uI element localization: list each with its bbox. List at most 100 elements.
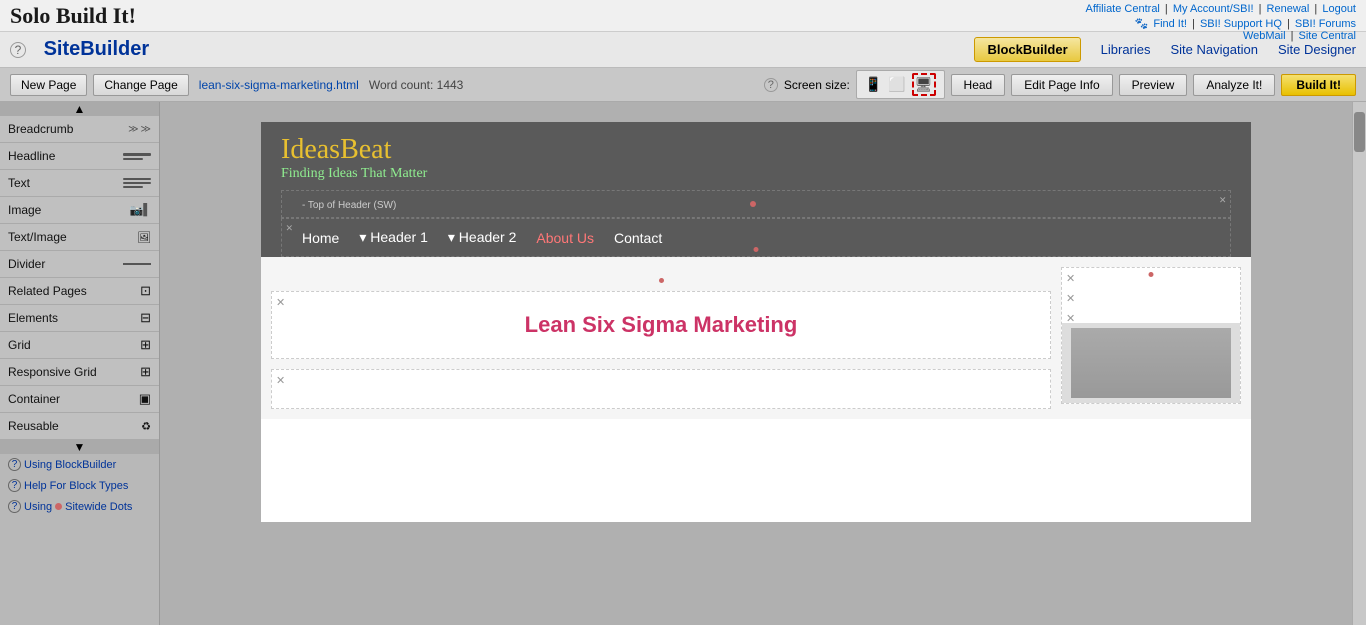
screen-size-help-icon[interactable]: ? bbox=[764, 78, 778, 92]
sbi-forums-link[interactable]: SBI! Forums bbox=[1295, 18, 1356, 30]
sidebar-item-text[interactable]: Text bbox=[0, 170, 159, 197]
sidebar-x2[interactable]: ✕ bbox=[1066, 292, 1075, 305]
sidebar-scroll-up[interactable]: ▲ bbox=[0, 102, 159, 116]
top-right-links: Zeerik Ahmad's ideasbeat.com Affiliate C… bbox=[1085, 0, 1356, 42]
main-content: ✕ Lean Six Sigma Marketing ✕ bbox=[271, 267, 1051, 409]
text-label: Text bbox=[8, 176, 30, 190]
next-block-x[interactable]: ✕ bbox=[276, 374, 285, 387]
nav-about[interactable]: About Us bbox=[536, 230, 594, 246]
site-header: IdeasBeat Finding Ideas That Matter - To… bbox=[261, 122, 1251, 257]
username: Zeerik Ahmad's ideasbeat.com bbox=[1085, 0, 1356, 1]
top-bar: Solo Build It! Zeerik Ahmad's ideasbeat.… bbox=[0, 0, 1366, 32]
relatedpages-icon bbox=[119, 283, 151, 299]
headline-block-x[interactable]: ✕ bbox=[276, 296, 285, 309]
find-it-link[interactable]: Find It! bbox=[1153, 18, 1187, 30]
container-icon bbox=[119, 391, 151, 407]
sidebar-item-responsive-grid[interactable]: Responsive Grid bbox=[0, 359, 159, 386]
sitebuilder-title: SiteBuilder bbox=[34, 38, 149, 61]
mobile-icon[interactable]: 📱 bbox=[865, 76, 882, 93]
page-canvas: IdeasBeat Finding Ideas That Matter - To… bbox=[261, 122, 1251, 522]
header-sw-close[interactable]: ✕ bbox=[1219, 193, 1226, 206]
dot-icon bbox=[55, 503, 62, 510]
right-scrollbar[interactable] bbox=[1352, 102, 1366, 625]
headline-block[interactable]: ✕ Lean Six Sigma Marketing bbox=[271, 291, 1051, 359]
sitebuilder-question-icon[interactable]: ? bbox=[10, 42, 26, 58]
build-it-button[interactable]: Build It! bbox=[1281, 74, 1356, 96]
sidebar-item-headline[interactable]: Headline bbox=[0, 143, 159, 170]
site-logo: IdeasBeat bbox=[281, 134, 1231, 166]
sidebar-item-reusable[interactable]: Reusable bbox=[0, 413, 159, 440]
sidebar-x3[interactable]: ✕ bbox=[1066, 312, 1075, 325]
grid-label: Grid bbox=[8, 338, 31, 352]
affiliate-central-link[interactable]: Affiliate Central bbox=[1085, 3, 1159, 15]
nav-home[interactable]: Home bbox=[302, 230, 339, 246]
sidebar-dot1 bbox=[1149, 272, 1154, 277]
edit-page-info-button[interactable]: Edit Page Info bbox=[1011, 74, 1112, 96]
new-page-button[interactable]: New Page bbox=[10, 74, 87, 96]
scrollbar-thumb[interactable] bbox=[1354, 112, 1365, 152]
divider-label: Divider bbox=[8, 257, 45, 271]
nav-header1[interactable]: ▾ Header 1 bbox=[359, 229, 428, 246]
nav-header2[interactable]: ▾ Header 2 bbox=[448, 229, 517, 246]
tablet-icon[interactable]: ⬜ bbox=[888, 76, 905, 93]
nav-contact[interactable]: Contact bbox=[614, 230, 662, 246]
textimage-label: Text/Image bbox=[8, 230, 67, 244]
responsive-grid-label: Responsive Grid bbox=[8, 365, 97, 379]
help-blockbuilder[interactable]: ? Using BlockBuilder bbox=[0, 454, 159, 475]
toolbar: New Page Change Page lean-six-sigma-mark… bbox=[0, 68, 1366, 102]
sidebar-item-image[interactable]: Image ▌ bbox=[0, 197, 159, 224]
nav-dot bbox=[754, 247, 759, 252]
renewal-link[interactable]: Renewal bbox=[1267, 3, 1310, 15]
header-sw-block[interactable]: - Top of Header (SW) ✕ bbox=[281, 190, 1231, 218]
sidebar-scroll-down[interactable]: ▼ bbox=[0, 440, 159, 454]
site-navigation-link[interactable]: Site Navigation bbox=[1171, 42, 1258, 57]
site-tagline: Finding Ideas That Matter bbox=[281, 166, 1231, 182]
content-dot bbox=[659, 278, 664, 283]
sidebar-item-breadcrumb[interactable]: Breadcrumb ≫ ≫ bbox=[0, 116, 159, 143]
logout-link[interactable]: Logout bbox=[1322, 3, 1356, 15]
responsivegrid-icon bbox=[119, 364, 151, 380]
my-account-link[interactable]: My Account/SBI! bbox=[1173, 3, 1254, 15]
sidebar: ▲ Breadcrumb ≫ ≫ Headline Text bbox=[0, 102, 160, 625]
head-button[interactable]: Head bbox=[951, 74, 1006, 96]
reusable-label: Reusable bbox=[8, 419, 59, 433]
sidebar-item-divider[interactable]: Divider bbox=[0, 251, 159, 278]
logo: Solo Build It! bbox=[10, 3, 136, 29]
main-nav-right: BlockBuilder Libraries Site Navigation S… bbox=[974, 37, 1356, 62]
screen-size-label: Screen size: bbox=[784, 78, 850, 92]
page-sidebar-content: ✕ ✕ ✕ bbox=[1061, 267, 1241, 409]
blockbuilder-button[interactable]: BlockBuilder bbox=[974, 37, 1080, 62]
grid-icon bbox=[119, 337, 151, 353]
header-sw-label: - Top of Header (SW) bbox=[302, 200, 396, 211]
sidebar-item-textimage[interactable]: Text/Image bbox=[0, 224, 159, 251]
help-block-types[interactable]: ? Help For Block Types bbox=[0, 475, 159, 496]
sidebar-item-related-pages[interactable]: Related Pages bbox=[0, 278, 159, 305]
sidebar-item-grid[interactable]: Grid bbox=[0, 332, 159, 359]
sidebar-item-elements[interactable]: Elements bbox=[0, 305, 159, 332]
site-designer-link[interactable]: Site Designer bbox=[1278, 42, 1356, 57]
help-icon-2: ? bbox=[8, 479, 21, 492]
divider-icon bbox=[119, 256, 151, 272]
nav-block-close[interactable]: ✕ bbox=[286, 221, 293, 234]
sidebar-item-container[interactable]: Container bbox=[0, 386, 159, 413]
change-page-button[interactable]: Change Page bbox=[93, 74, 188, 96]
content-area[interactable]: IdeasBeat Finding Ideas That Matter - To… bbox=[160, 102, 1352, 625]
next-block[interactable]: ✕ bbox=[271, 369, 1051, 409]
sidebar-x1[interactable]: ✕ bbox=[1066, 272, 1075, 285]
related-pages-label: Related Pages bbox=[8, 284, 87, 298]
help-icon-3: ? bbox=[8, 500, 21, 513]
top-links: Affiliate Central | My Account/SBI! | Re… bbox=[1085, 3, 1356, 15]
sidebar-image-block[interactable]: ✕ ✕ ✕ bbox=[1061, 267, 1241, 404]
desktop-icon[interactable]: 🖥 bbox=[912, 73, 936, 96]
nav-block-inner: Home ▾ Header 1 ▾ Header 2 About Us Cont… bbox=[302, 229, 1210, 246]
main-nav-bar: ? SiteBuilder BlockBuilder Libraries Sit… bbox=[0, 32, 1366, 68]
image-placeholder bbox=[1062, 323, 1240, 403]
sbi-support-link[interactable]: SBI! Support HQ bbox=[1200, 18, 1282, 30]
preview-button[interactable]: Preview bbox=[1119, 74, 1188, 96]
content-blocks: ✕ Lean Six Sigma Marketing ✕ ✕ bbox=[261, 257, 1251, 419]
analyze-it-button[interactable]: Analyze It! bbox=[1193, 74, 1275, 96]
help-sitewide-dots[interactable]: ? Using Sitewide Dots bbox=[0, 496, 159, 517]
reusable-icon bbox=[119, 418, 151, 434]
libraries-link[interactable]: Libraries bbox=[1101, 42, 1151, 57]
textimage-icon bbox=[119, 229, 151, 245]
